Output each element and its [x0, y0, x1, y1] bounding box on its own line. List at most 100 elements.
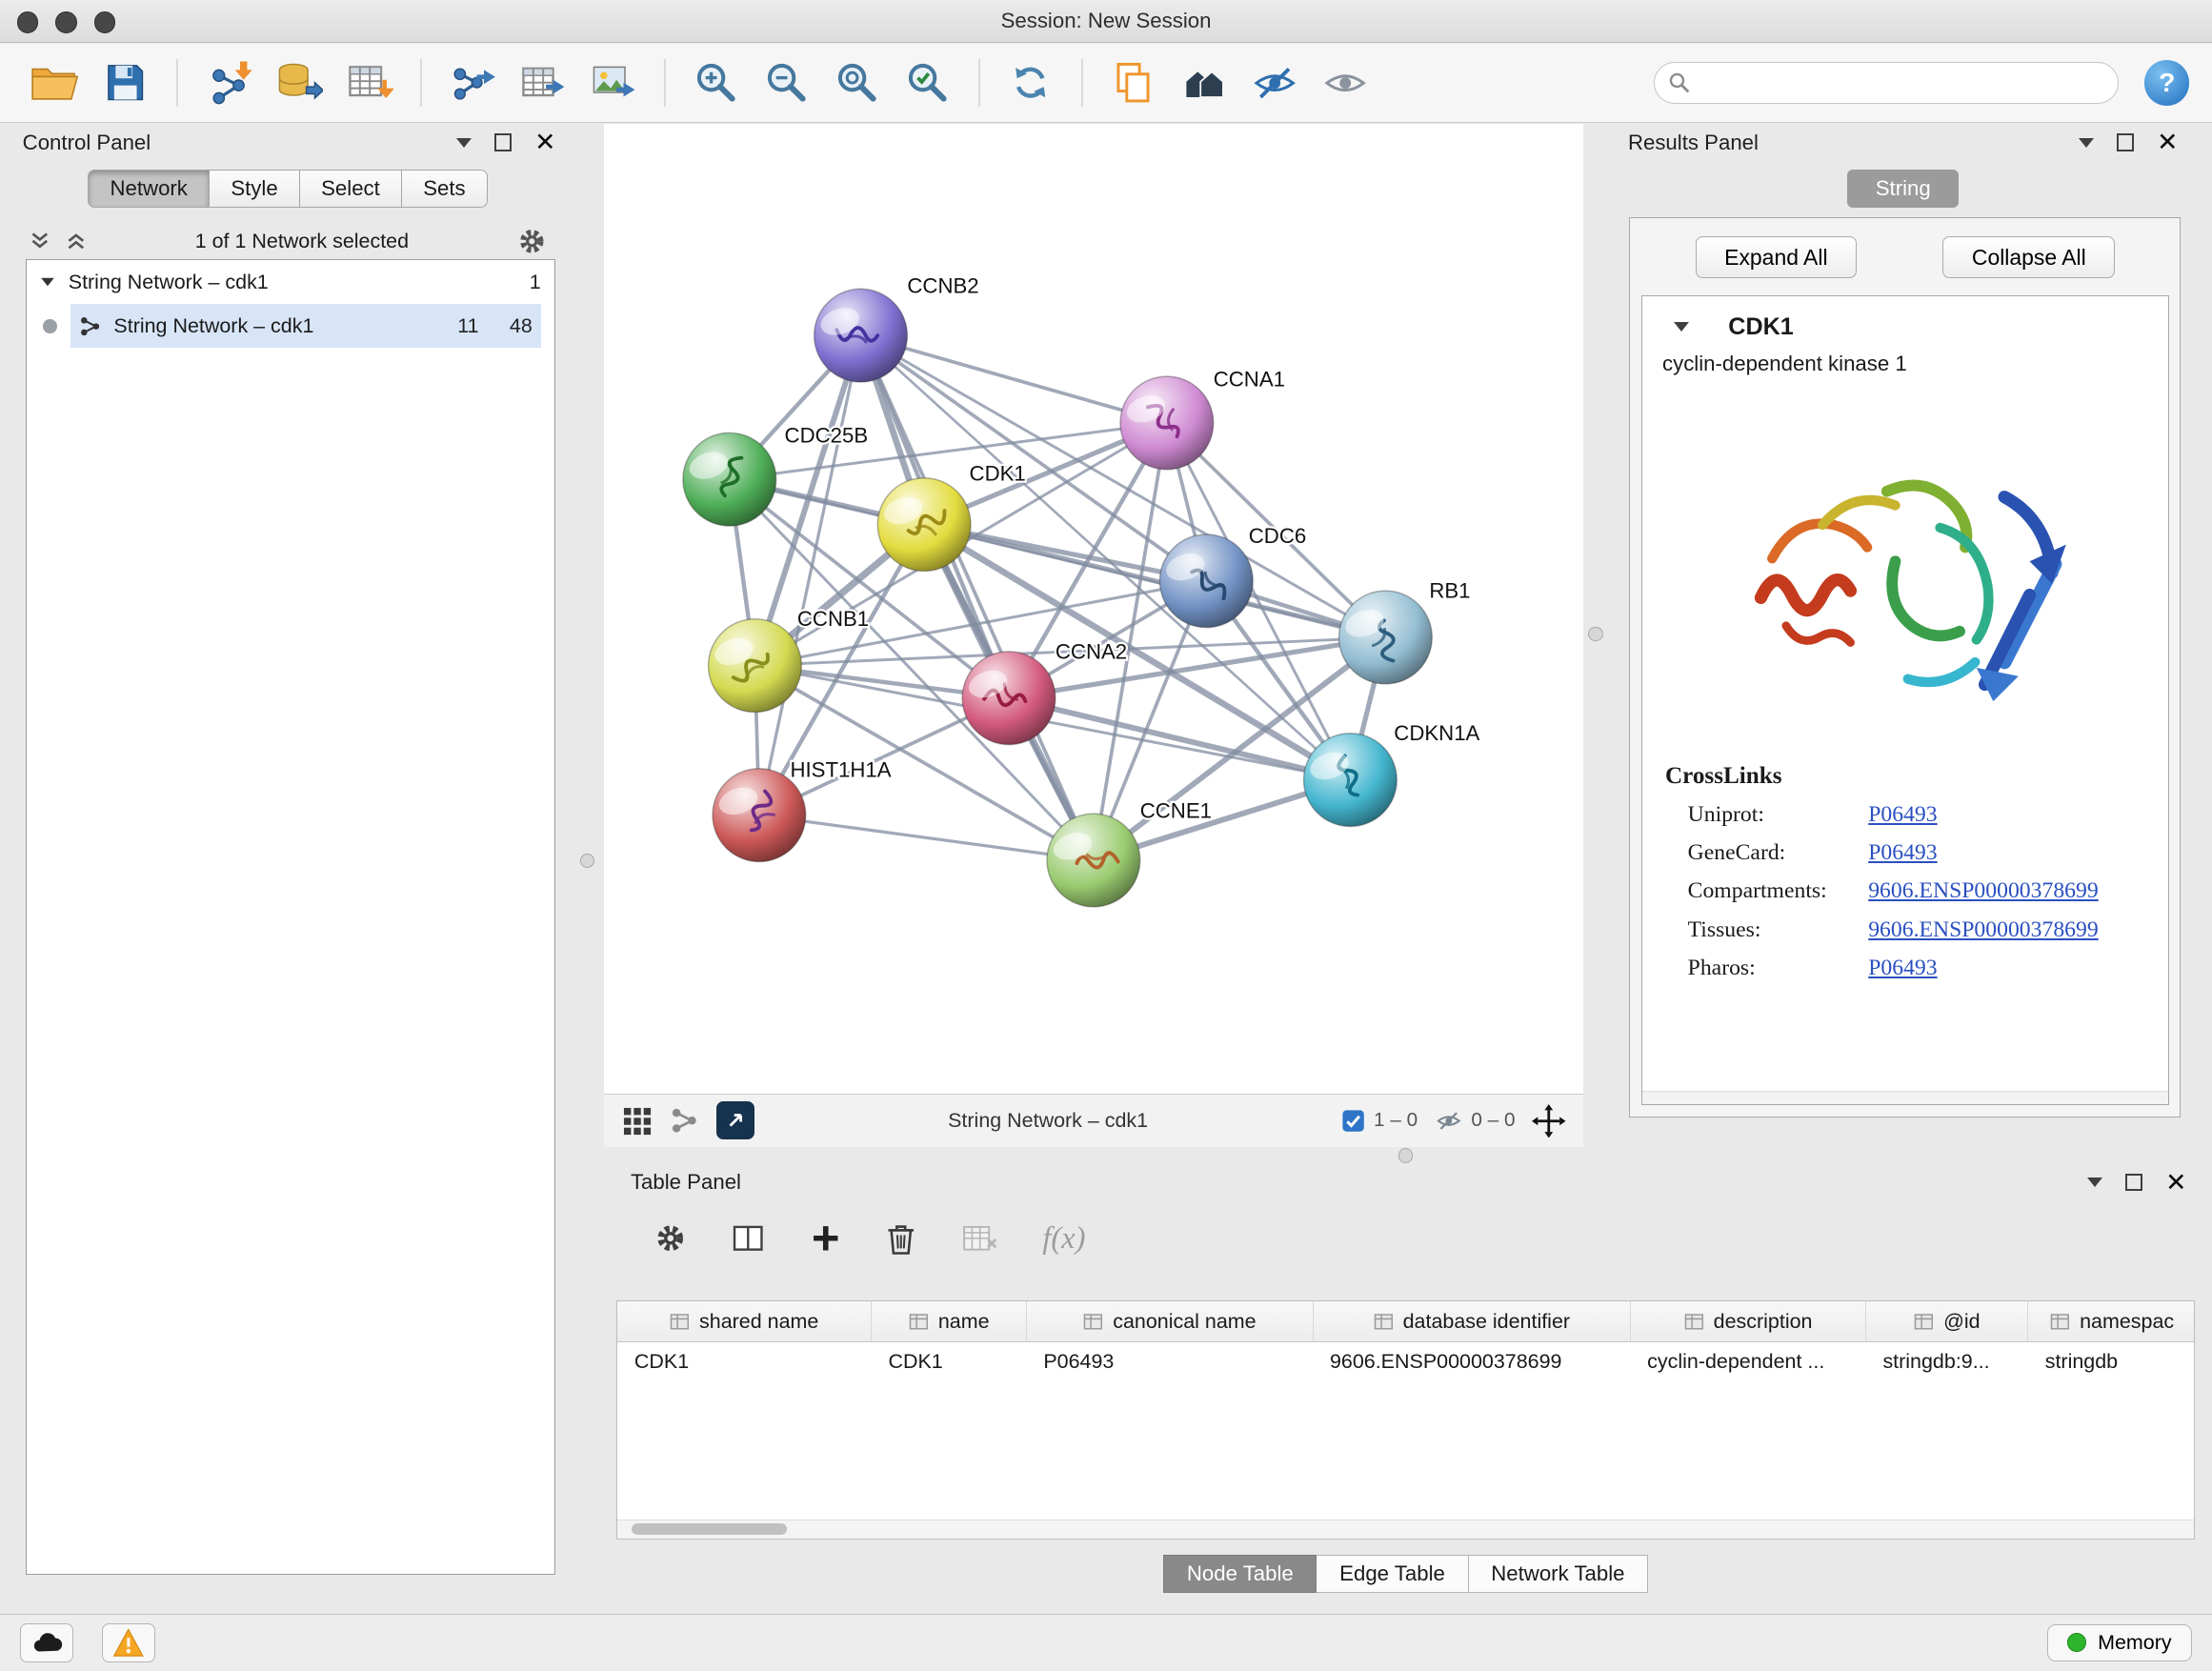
crosslink-link[interactable]: 9606.ENSP00000378699: [1868, 917, 2099, 943]
export-image-button[interactable]: [581, 50, 646, 115]
close-panel-icon[interactable]: ✕: [2157, 130, 2178, 155]
cell-database-identifier[interactable]: 9606.ENSP00000378699: [1313, 1341, 1630, 1381]
zoom-selected-button[interactable]: [895, 50, 960, 115]
network-edge[interactable]: [759, 815, 1094, 860]
column-header[interactable]: canonical name: [1027, 1301, 1314, 1341]
network-node-CCNA2[interactable]: [962, 652, 1056, 745]
crosslink-link[interactable]: P06493: [1868, 840, 1937, 866]
network-node-CCNB2[interactable]: [814, 290, 907, 383]
float-panel-icon[interactable]: [494, 133, 513, 151]
detach-view-button[interactable]: [716, 1101, 754, 1139]
card-disclosure-icon[interactable]: [1674, 322, 1689, 332]
tab-edge-table[interactable]: Edge Table: [1317, 1555, 1468, 1593]
cell-shared-name[interactable]: CDK1: [617, 1341, 872, 1381]
import-network-database-button[interactable]: [267, 50, 332, 115]
birdseye-view-icon[interactable]: [669, 1105, 700, 1137]
column-header[interactable]: description: [1630, 1301, 1865, 1341]
grid-view-icon[interactable]: [621, 1105, 653, 1137]
cell-canonical-name[interactable]: P06493: [1027, 1341, 1314, 1381]
collapse-panel-icon[interactable]: [2087, 1178, 2102, 1187]
float-panel-icon[interactable]: [2117, 133, 2135, 151]
close-panel-icon[interactable]: ✕: [2165, 1170, 2186, 1196]
save-session-button[interactable]: [93, 50, 158, 115]
warning-button[interactable]: [102, 1623, 155, 1662]
refresh-button[interactable]: [998, 50, 1063, 115]
network-node-CCNA1[interactable]: [1120, 376, 1214, 470]
tab-string[interactable]: String: [1847, 170, 1959, 209]
disclosure-triangle-icon[interactable]: [42, 278, 55, 287]
tab-style[interactable]: Style: [210, 170, 300, 208]
cell-description[interactable]: cyclin-dependent ...: [1630, 1341, 1865, 1381]
network-edge[interactable]: [759, 335, 861, 815]
fit-content-icon[interactable]: [1532, 1104, 1566, 1138]
delete-column-icon[interactable]: [884, 1220, 918, 1258]
crosslink-link[interactable]: 9606.ENSP00000378699: [1868, 878, 2099, 904]
zoom-fit-button[interactable]: [825, 50, 890, 115]
table-row[interactable]: CDK1 CDK1 P06493 9606.ENSP00000378699 cy…: [617, 1341, 2195, 1381]
collapse-panel-icon[interactable]: [456, 138, 472, 148]
open-session-button[interactable]: [23, 50, 88, 115]
column-header[interactable]: namespac: [2028, 1301, 2195, 1341]
network-row[interactable]: String Network – cdk1 11 48: [27, 304, 555, 348]
zoom-out-button[interactable]: [754, 50, 819, 115]
export-table-button[interactable]: [511, 50, 575, 115]
help-button[interactable]: ?: [2144, 60, 2189, 105]
network-collection-row[interactable]: String Network – cdk1 1: [27, 260, 555, 304]
crosslink-link[interactable]: P06493: [1868, 802, 1937, 828]
network-node-CDKN1A[interactable]: [1303, 734, 1397, 827]
cell-namespace[interactable]: stringdb: [2028, 1341, 2195, 1381]
column-header[interactable]: name: [872, 1301, 1027, 1341]
close-panel-icon[interactable]: ✕: [534, 130, 555, 155]
checkbox-icon[interactable]: [1341, 1109, 1365, 1133]
network-edge[interactable]: [860, 335, 1093, 860]
float-panel-icon[interactable]: [2125, 1174, 2143, 1192]
export-network-button[interactable]: [440, 50, 505, 115]
network-node-CDC6[interactable]: [1159, 534, 1253, 628]
cell-name[interactable]: CDK1: [872, 1341, 1027, 1381]
network-node-CDK1[interactable]: [877, 478, 971, 572]
horizontal-scrollbar[interactable]: [617, 1520, 2194, 1539]
add-column-icon[interactable]: [809, 1221, 843, 1256]
collapse-all-icon[interactable]: [29, 230, 51, 252]
search-input[interactable]: [1701, 70, 2104, 95]
hidden-eye-icon[interactable]: [1435, 1109, 1463, 1133]
show-columns-icon[interactable]: [730, 1221, 767, 1256]
import-table-button[interactable]: [337, 50, 402, 115]
column-header[interactable]: @id: [1866, 1301, 2028, 1341]
card-scrollbar[interactable]: [1642, 1091, 2167, 1104]
column-header[interactable]: shared name: [617, 1301, 872, 1341]
collapse-panel-icon[interactable]: [2079, 138, 2094, 148]
network-node-CCNE1[interactable]: [1047, 814, 1140, 907]
cell-id[interactable]: stringdb:9...: [1866, 1341, 2028, 1381]
collapse-all-button[interactable]: Collapse All: [1942, 236, 2115, 278]
tab-select[interactable]: Select: [300, 170, 402, 208]
scrollbar-thumb[interactable]: [632, 1523, 787, 1535]
crosslink-link[interactable]: P06493: [1868, 956, 1937, 981]
network-node-RB1[interactable]: [1338, 591, 1432, 684]
expand-all-icon[interactable]: [65, 230, 88, 252]
splitter-handle[interactable]: [1588, 627, 1602, 641]
splitter-handle[interactable]: [1398, 1148, 1413, 1162]
tab-network[interactable]: Network: [88, 170, 210, 208]
network-node-HIST1H1A[interactable]: [713, 769, 806, 862]
documents-button[interactable]: [1101, 50, 1166, 115]
memory-button[interactable]: Memory: [2047, 1624, 2193, 1661]
cloud-button[interactable]: [20, 1623, 73, 1662]
hide-unselected-button[interactable]: [1242, 50, 1307, 115]
tab-sets[interactable]: Sets: [402, 170, 488, 208]
column-header[interactable]: database identifier: [1313, 1301, 1630, 1341]
network-node-CCNB1[interactable]: [708, 619, 801, 713]
network-edge[interactable]: [860, 335, 1166, 423]
import-network-file-button[interactable]: [196, 50, 261, 115]
home-button[interactable]: [1172, 50, 1237, 115]
expand-all-button[interactable]: Expand All: [1696, 236, 1858, 278]
table-settings-gear-icon[interactable]: [654, 1221, 688, 1256]
tab-node-table[interactable]: Node Table: [1163, 1555, 1317, 1593]
network-node-CDC25B[interactable]: [683, 433, 776, 527]
network-graph[interactable]: CCNB2CCNA1CDC25BCDK1CDC6RB1CCNB1CCNA2CDK…: [604, 124, 1583, 1093]
splitter-handle[interactable]: [580, 854, 594, 868]
zoom-in-button[interactable]: [684, 50, 749, 115]
tab-network-table[interactable]: Network Table: [1469, 1555, 1649, 1593]
network-view-canvas[interactable]: CCNB2CCNA1CDC25BCDK1CDC6RB1CCNB1CCNA2CDK…: [604, 124, 1583, 1093]
show-all-button[interactable]: [1313, 50, 1377, 115]
